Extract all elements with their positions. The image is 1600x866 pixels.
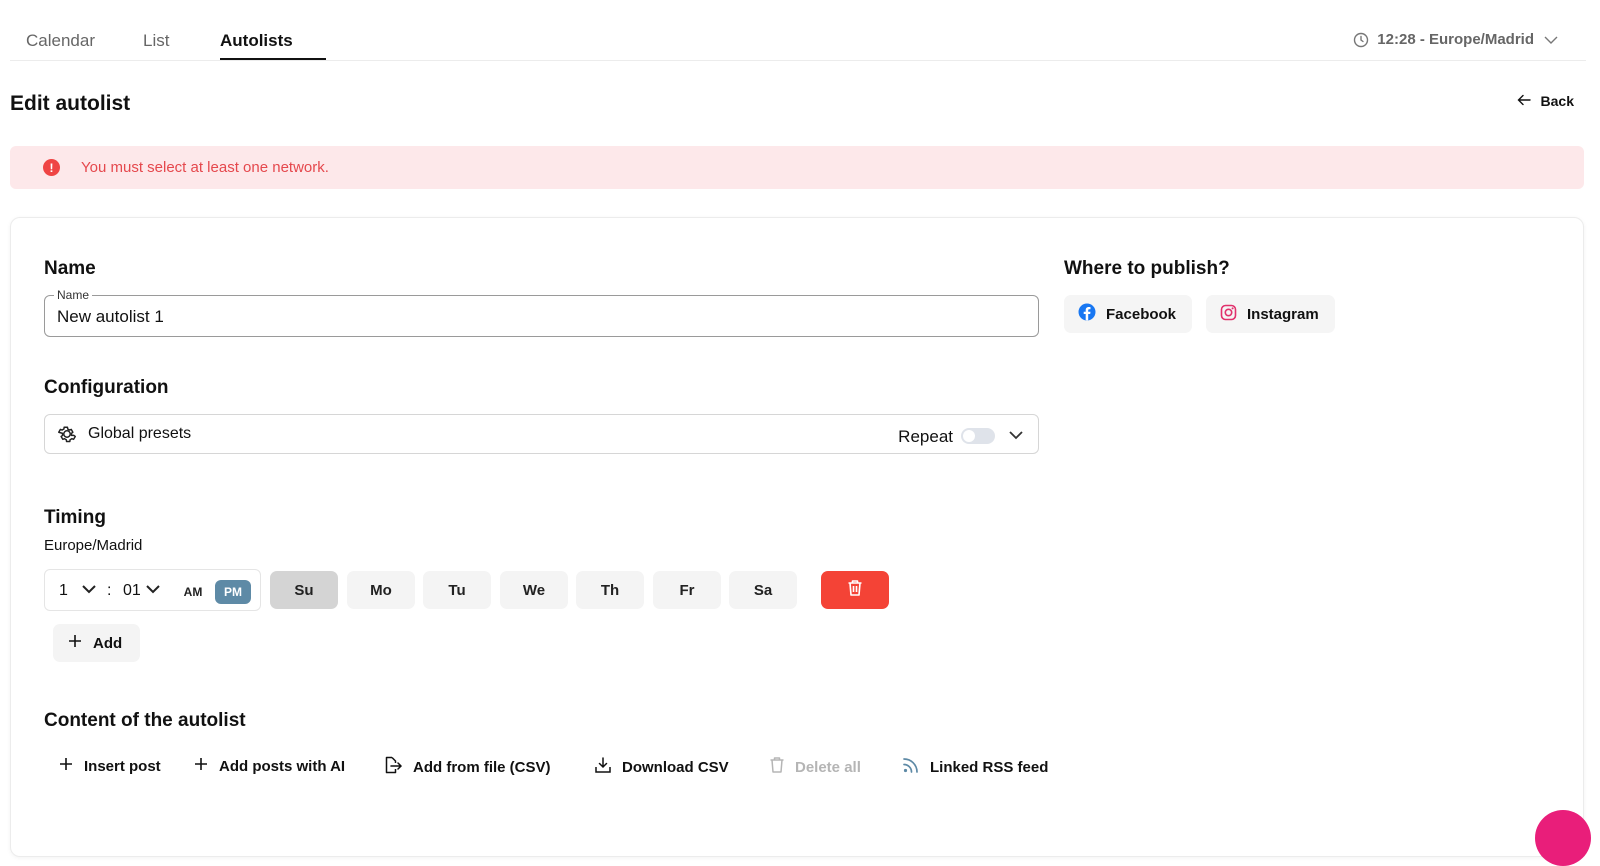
- day-saturday[interactable]: Sa: [729, 571, 797, 609]
- file-import-icon: [383, 756, 403, 778]
- repeat-toggle[interactable]: [961, 428, 995, 444]
- network-facebook-label: Facebook: [1106, 305, 1177, 323]
- preset-label: Global presets: [88, 425, 192, 442]
- timing-timezone: Europe/Madrid: [44, 537, 143, 554]
- name-field[interactable]: [44, 295, 1039, 337]
- day-sunday[interactable]: Su: [270, 571, 338, 609]
- delete-all-label: Delete all: [795, 758, 861, 776]
- delete-time-button[interactable]: [821, 571, 889, 609]
- minute-select[interactable]: 01: [123, 582, 141, 600]
- add-posts-ai-button[interactable]: Add posts with AI: [193, 756, 345, 776]
- chevron-down-icon[interactable]: [1008, 428, 1024, 442]
- pm-button[interactable]: PM: [215, 580, 251, 604]
- timezone-selector[interactable]: 12:28 - Europe/Madrid: [1353, 31, 1560, 48]
- day-wednesday[interactable]: We: [500, 571, 568, 609]
- rss-icon: [902, 756, 920, 778]
- active-tab-indicator: [220, 58, 326, 60]
- alert-circle-icon: !: [43, 159, 60, 176]
- alert-message: You must select at least one network.: [81, 159, 329, 176]
- add-time-button[interactable]: Add: [53, 624, 140, 662]
- am-button[interactable]: AM: [175, 580, 211, 604]
- error-alert: ! You must select at least one network.: [10, 146, 1584, 189]
- tab-calendar[interactable]: Calendar: [26, 31, 95, 51]
- configuration-select[interactable]: Global presets Repeat: [44, 414, 1039, 454]
- page-title: Edit autolist: [10, 92, 131, 115]
- name-input[interactable]: [57, 307, 1017, 327]
- download-csv-label: Download CSV: [622, 758, 729, 776]
- configuration-section-title: Configuration: [44, 377, 169, 398]
- day-friday[interactable]: Fr: [653, 571, 721, 609]
- insert-post-label: Insert post: [84, 757, 161, 775]
- trash-icon: [847, 579, 863, 602]
- plus-icon: [193, 756, 209, 776]
- delete-all-button[interactable]: Delete all: [769, 756, 861, 778]
- download-csv-button[interactable]: Download CSV: [594, 756, 729, 778]
- arrow-left-icon: [1517, 93, 1531, 109]
- network-instagram-button[interactable]: Instagram: [1206, 295, 1335, 333]
- linked-rss-button[interactable]: Linked RSS feed: [902, 756, 1048, 778]
- facebook-icon: [1078, 303, 1096, 325]
- instagram-icon: [1220, 304, 1237, 325]
- back-label: Back: [1540, 93, 1574, 109]
- network-facebook-button[interactable]: Facebook: [1064, 295, 1193, 333]
- top-nav: Calendar List Autolists 12:28 - Europe/M…: [10, 0, 1586, 61]
- day-monday[interactable]: Mo: [347, 571, 415, 609]
- content-section-title: Content of the autolist: [44, 710, 246, 731]
- day-tuesday[interactable]: Tu: [423, 571, 491, 609]
- add-posts-ai-label: Add posts with AI: [219, 757, 346, 775]
- network-instagram-label: Instagram: [1247, 305, 1319, 323]
- hour-select[interactable]: 1: [59, 582, 68, 600]
- chevron-down-icon: [1542, 32, 1560, 48]
- trash-icon: [769, 756, 785, 778]
- name-section-title: Name: [44, 258, 96, 279]
- timezone-label: 12:28 - Europe/Madrid: [1377, 31, 1534, 48]
- repeat-label: Repeat: [898, 427, 953, 446]
- timing-section-title: Timing: [44, 507, 106, 528]
- time-picker: 1 : 01 AM PM: [44, 569, 261, 611]
- chevron-down-icon[interactable]: [145, 582, 161, 601]
- back-button[interactable]: Back: [1517, 93, 1574, 109]
- tab-list[interactable]: List: [143, 31, 169, 51]
- name-field-label: Name: [54, 288, 93, 302]
- add-time-label: Add: [93, 634, 123, 652]
- gear-icon: [56, 423, 78, 445]
- day-thursday[interactable]: Th: [576, 571, 644, 609]
- floating-action-button[interactable]: [1535, 810, 1591, 866]
- add-from-file-button[interactable]: Add from file (CSV): [383, 756, 551, 778]
- plus-icon: [58, 756, 74, 776]
- download-icon: [594, 756, 612, 778]
- time-separator: :: [107, 582, 112, 599]
- chevron-down-icon[interactable]: [81, 582, 97, 601]
- add-from-file-label: Add from file (CSV): [413, 758, 551, 776]
- plus-icon: [67, 633, 83, 653]
- clock-icon: [1353, 32, 1369, 48]
- linked-rss-label: Linked RSS feed: [930, 758, 1049, 776]
- publish-section-title: Where to publish?: [1064, 258, 1230, 279]
- tab-autolists[interactable]: Autolists: [220, 31, 293, 51]
- insert-post-button[interactable]: Insert post: [58, 756, 161, 776]
